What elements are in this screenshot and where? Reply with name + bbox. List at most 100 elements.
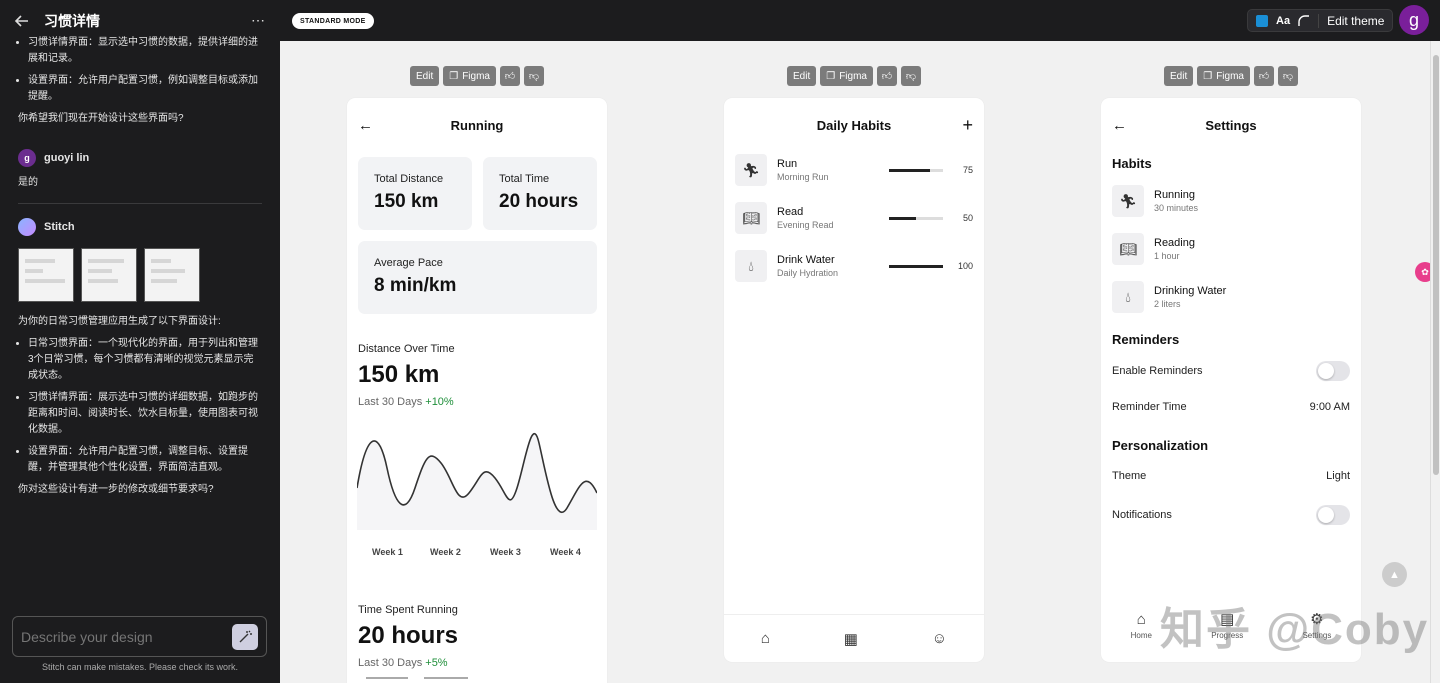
total-distance-card: Total Distance 150 km — [358, 157, 472, 230]
screen-running[interactable]: ← Running Total Distance 150 km Total Ti… — [347, 98, 607, 683]
generate-button[interactable] — [232, 623, 258, 650]
figma-label: Figma — [1216, 70, 1244, 82]
stat-value: 8 min/km — [374, 275, 457, 296]
screen-title: Running — [450, 117, 504, 133]
stat-value: 20 hours — [499, 191, 579, 212]
habit-detail: Morning Run — [777, 172, 829, 182]
habit-name: Drink Water — [777, 254, 835, 266]
figma-label: Figma — [462, 70, 490, 82]
describe-design-input[interactable] — [21, 628, 232, 645]
habit-detail: 2 liters — [1154, 299, 1181, 309]
chart-period: Last 30 Days +5% — [358, 657, 448, 669]
setting-label: Theme — [1112, 470, 1147, 482]
habit-detail: Evening Read — [777, 220, 834, 230]
edit-theme-button[interactable]: Edit theme — [1318, 13, 1384, 28]
water-drop-icon: 💧︎ — [735, 250, 767, 282]
chart-value: 150 km — [358, 361, 440, 388]
back-arrow-icon[interactable]: ← — [358, 117, 373, 134]
calendar-icon[interactable]: ▦ — [844, 630, 858, 648]
thumbs-down-icon[interactable]: 👎︎ — [524, 66, 544, 86]
edit-button[interactable]: Edit — [787, 66, 817, 86]
thumbs-down-icon[interactable]: 👎︎ — [901, 66, 921, 86]
theme-row[interactable]: Theme Light — [1112, 470, 1350, 482]
more-options-icon[interactable]: ⋯ — [248, 11, 268, 31]
list-item: 习惯详情界面：展示选中习惯的详细数据，如跑步的距离和时间、阅读时长、饮水目标量，… — [28, 390, 262, 438]
back-arrow-icon[interactable] — [12, 11, 32, 31]
section-header: Personalization — [1112, 438, 1209, 453]
profile-icon[interactable]: ☺ — [932, 630, 947, 647]
font-button[interactable]: Aa — [1276, 15, 1290, 27]
screen-settings[interactable]: ← Settings Habits 🏃︎ Running 30 minutes 📖… — [1101, 98, 1361, 662]
water-drop-icon: 💧︎ — [1112, 281, 1144, 313]
figma-button[interactable]: ❐ Figma — [1197, 66, 1250, 86]
total-time-card: Total Time 20 hours — [483, 157, 597, 230]
section-header: Reminders — [1112, 332, 1180, 347]
theme-color-swatch[interactable] — [1256, 14, 1268, 27]
setting-value: 9:00 AM — [1309, 401, 1350, 413]
divider — [18, 203, 262, 204]
scroll-top-button[interactable]: ▲ — [1382, 562, 1407, 587]
habit-progress-bar — [889, 264, 943, 268]
bot-message-header: Stitch — [18, 218, 262, 236]
user-message: 是的 — [18, 177, 38, 188]
habit-value: 75 — [962, 165, 973, 175]
add-icon[interactable]: + — [962, 115, 973, 136]
reminder-time-row[interactable]: Reminder Time 9:00 AM — [1112, 401, 1350, 413]
section-header: Habits — [1112, 156, 1152, 171]
settings-habit-water[interactable]: 💧︎ Drinking Water 2 liters — [1112, 280, 1350, 314]
settings-habit-reading[interactable]: 📖︎ Reading 1 hour — [1112, 232, 1350, 266]
week-label: Week 1 — [372, 547, 403, 557]
app-root: 习惯详情 ⋯ 习惯详情界面：显示选中习惯的数据，提供详细的进展和记录。 设置界面… — [0, 0, 1440, 683]
scrollbar[interactable] — [1430, 41, 1440, 683]
habit-row-read[interactable]: 📖︎ Read Evening Read 50 — [735, 201, 973, 235]
back-arrow-icon[interactable]: ← — [1112, 117, 1127, 134]
edit-button[interactable]: Edit — [1164, 66, 1194, 86]
habit-detail: Daily Hydration — [777, 268, 839, 278]
extension-icon[interactable]: ✿ — [1415, 262, 1430, 282]
thumbs-up-icon[interactable]: 👍︎ — [877, 66, 897, 86]
week-label: Week 2 — [430, 547, 461, 557]
home-icon[interactable]: ⌂ — [761, 630, 770, 647]
settings-habit-running[interactable]: 🏃︎ Running 30 minutes — [1112, 184, 1350, 218]
thumbs-up-icon[interactable]: 👍︎ — [500, 66, 520, 86]
chart-title: Distance Over Time — [358, 343, 455, 355]
habit-name: Running — [1154, 189, 1195, 201]
figma-button[interactable]: ❐ Figma — [443, 66, 496, 86]
thumbnail-daily-habits[interactable] — [81, 248, 137, 302]
habit-detail: 30 minutes — [1154, 203, 1199, 213]
notifications-toggle[interactable] — [1316, 505, 1350, 525]
habit-name: Read — [777, 206, 804, 218]
habit-progress-fill — [889, 264, 943, 268]
figma-label: Figma — [839, 70, 867, 82]
chat-message: 你希望我们现在开始设计这些界面吗? — [18, 113, 184, 124]
habit-name: Drinking Water — [1154, 285, 1227, 297]
thumbnail-settings[interactable] — [144, 248, 200, 302]
list-item: 日常习惯界面：一个现代化的界面，用于列出和管理3个日常习惯，每个习惯都有清晰的视… — [28, 336, 262, 384]
period-label: Last 30 Days — [358, 657, 423, 669]
watermark: 知乎 @Coby — [1160, 605, 1430, 654]
account-avatar[interactable]: g — [1399, 5, 1429, 35]
reminders-toggle[interactable] — [1316, 361, 1350, 381]
edit-button[interactable]: Edit — [410, 66, 440, 86]
stat-value: 150 km — [374, 191, 439, 212]
habit-progress-fill — [889, 216, 916, 220]
figma-button[interactable]: ❐ Figma — [820, 66, 873, 86]
mode-badge[interactable]: STANDARD MODE — [292, 13, 374, 29]
scrollbar-thumb[interactable] — [1433, 55, 1439, 475]
week-label: Week 3 — [490, 547, 521, 557]
habit-row-run[interactable]: 🏃︎ Run Morning Run 75 — [735, 153, 973, 187]
screen-toolbar-running: Edit ❐ Figma 👍︎ 👎︎ — [410, 66, 544, 86]
user-name: guoyi lin — [44, 152, 90, 164]
thumbnail-running[interactable] — [18, 248, 74, 302]
habit-value: 50 — [962, 213, 973, 223]
screen-toolbar-daily: Edit ❐ Figma 👍︎ 👎︎ — [787, 66, 921, 86]
thumbs-up-icon[interactable]: 👍︎ — [1254, 66, 1274, 86]
corner-radius-icon[interactable] — [1298, 14, 1310, 27]
copy-icon: ❐ — [826, 70, 836, 82]
thumbs-down-icon[interactable]: 👎︎ — [1278, 66, 1298, 86]
habit-row-water[interactable]: 💧︎ Drink Water Daily Hydration 100 — [735, 249, 973, 283]
nav-home[interactable]: ⌂ Home — [1131, 611, 1152, 640]
avatar: g — [18, 149, 36, 167]
screen-daily-habits[interactable]: Daily Habits + 🏃︎ Run Morning Run 75 📖︎ R… — [724, 98, 984, 662]
run-icon: 🏃︎ — [1112, 185, 1144, 217]
